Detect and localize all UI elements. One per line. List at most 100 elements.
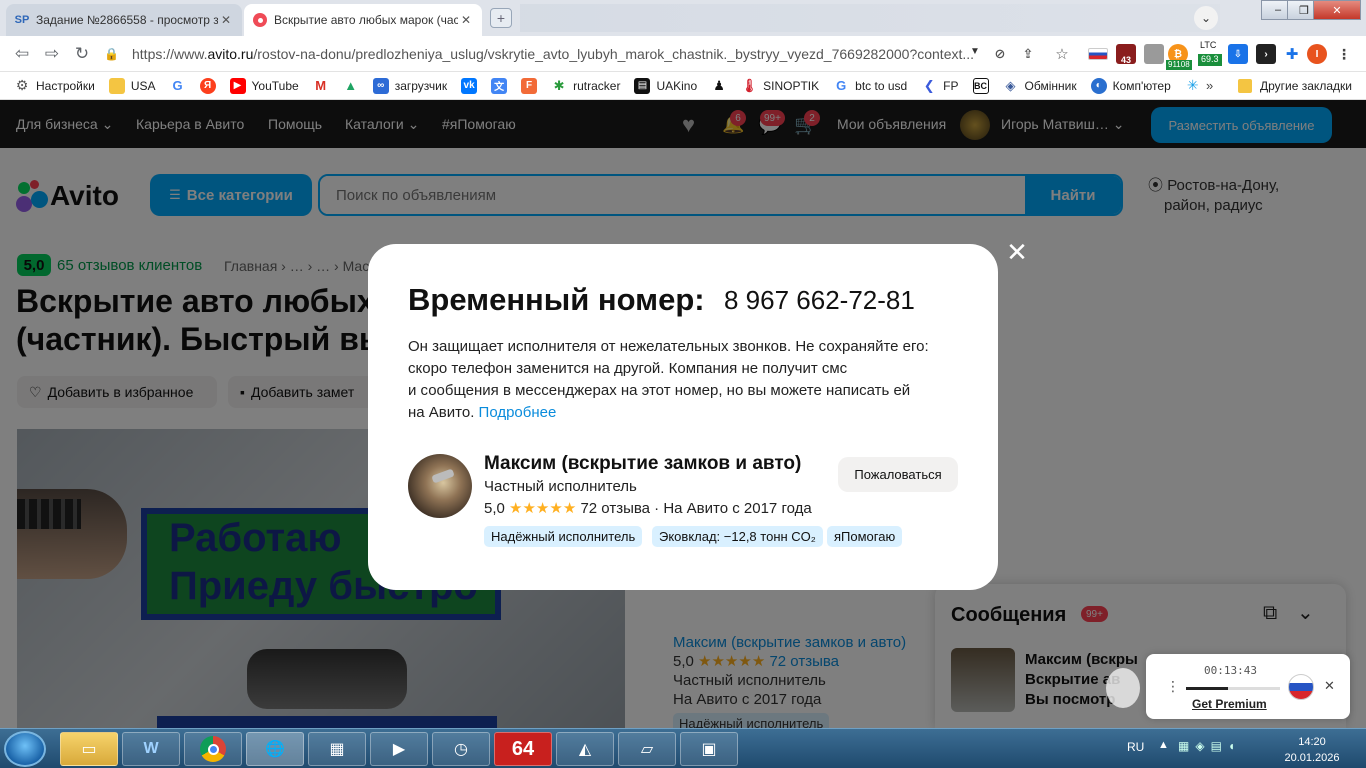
timer-text: 00:13:43	[1204, 664, 1257, 677]
more-info-link[interactable]: Подробнее	[479, 404, 557, 421]
ltc-label: LTC	[1200, 40, 1217, 50]
bookmark-pawn[interactable]: ♟	[711, 78, 733, 94]
forward-icon[interactable]: ⇨	[42, 44, 62, 64]
tray-network-icon[interactable]: ▤	[1211, 739, 1222, 757]
close-widget-icon[interactable]: ✕	[1324, 678, 1335, 694]
widget-menu-icon[interactable]: ⋮	[1166, 678, 1180, 695]
bookmark-bc[interactable]: BC	[972, 77, 995, 94]
browser-tab-bar: SP Задание №2866558 - просмотр з ✕ Вскры…	[0, 0, 1366, 36]
tag-yapomogayu[interactable]: яПомогаю	[827, 526, 903, 547]
gear-icon: ⚙	[15, 77, 29, 93]
bookmark-sinoptik[interactable]: 🌡 SINOPTIK	[741, 78, 819, 94]
system-clock[interactable]: 14:20 20.01.2026	[1280, 734, 1344, 766]
new-tab-button[interactable]: +	[490, 8, 512, 28]
bookmark-computer[interactable]: ◐ Комп'ютер	[1090, 77, 1171, 94]
bc-icon: BC	[972, 77, 989, 94]
tab-task[interactable]: SP Задание №2866558 - просмотр з ✕	[6, 4, 242, 36]
reload-icon[interactable]: ↻	[72, 44, 92, 64]
tag-eco[interactable]: Эковклад: −12,8 тонн CO₂	[652, 526, 823, 547]
avito-record-icon	[252, 12, 268, 28]
fp-icon: ❮	[923, 77, 935, 93]
close-tab-icon[interactable]: ✕	[458, 13, 474, 27]
modal-reviews-link[interactable]: 72 отзыва	[580, 500, 650, 517]
bookmark-f[interactable]: F	[521, 77, 543, 94]
uakino-icon: ▤	[634, 77, 651, 94]
bookmark-star[interactable]: ✳	[1185, 77, 1207, 94]
share-icon[interactable]: ⇪	[1018, 44, 1038, 64]
system-tray: ▦ ◈ ▤ ◖	[1178, 739, 1288, 757]
bookmark-exchange[interactable]: ◈ Обмінник	[1003, 78, 1077, 94]
get-premium-link[interactable]: Get Premium	[1192, 697, 1267, 711]
seller-avatar[interactable]	[408, 454, 472, 518]
bookmark-usa[interactable]: USA	[108, 77, 156, 94]
terminal-ext-icon[interactable]: ›	[1256, 44, 1276, 64]
globe-app-icon[interactable]: 🌐	[246, 732, 304, 766]
vk-icon: vk	[461, 77, 478, 94]
language-indicator[interactable]: RU	[1127, 740, 1144, 754]
shield-ext-icon[interactable]: 43	[1116, 44, 1136, 65]
bookmark-drive[interactable]: ▲	[343, 78, 365, 94]
clock-app-icon[interactable]: ◷	[432, 732, 490, 766]
tab-search-icon[interactable]: ⌄	[1194, 6, 1218, 30]
winaero-icon[interactable]: W	[122, 732, 180, 766]
ltc-price-badge: 69.3	[1198, 54, 1222, 66]
bookmark-yandex[interactable]: Я	[199, 77, 222, 94]
tag-reliable[interactable]: Надёжный исполнитель	[484, 526, 643, 547]
sp-favicon-icon: SP	[14, 14, 30, 26]
app-64-icon[interactable]: 64	[494, 732, 552, 766]
other-bookmarks[interactable]: Другие закладки	[1238, 72, 1352, 100]
start-button[interactable]	[4, 731, 46, 767]
youtube-icon: ▶	[229, 77, 246, 94]
complain-button[interactable]: Пожаловаться	[838, 457, 958, 492]
media-player-icon[interactable]: ▶	[370, 732, 428, 766]
terminal-app-icon[interactable]: ▣	[680, 732, 738, 766]
download-icon[interactable]: ⇩	[1228, 44, 1248, 64]
bookmark-google[interactable]: G	[170, 78, 192, 94]
bookmark-fp[interactable]: ❮ FP	[921, 77, 959, 94]
temporary-number-modal: Временный номер: 8 967 662-72-81 Он защи…	[368, 244, 998, 590]
bookmark-btc-to-usd[interactable]: Gbtc to usd	[833, 78, 907, 94]
tab-avito[interactable]: Вскрытие авто любых марок (час ✕	[244, 4, 482, 36]
ru-flag-icon[interactable]	[1088, 48, 1108, 60]
notepad-app-icon[interactable]: ▱	[618, 732, 676, 766]
loop-icon: ∞	[372, 77, 389, 94]
tray-app-icon[interactable]: ▦	[1178, 739, 1189, 757]
close-tab-icon[interactable]: ✕	[218, 13, 234, 27]
modal-seller-type: Частный исполнитель	[484, 478, 637, 495]
russia-flag-icon[interactable]	[1288, 674, 1314, 700]
bookmark-rutracker[interactable]: ✱ rutracker	[551, 78, 621, 94]
rating-stars: ★★★★★	[509, 500, 577, 517]
bookmark-youtube[interactable]: ▶ YouTube	[229, 77, 299, 94]
modal-seller-name[interactable]: Максим (вскрытие замков и авто)	[484, 453, 801, 475]
tray-expand-icon[interactable]: ▲	[1158, 739, 1169, 751]
ext-gray-icon[interactable]	[1144, 44, 1164, 64]
close-modal-icon[interactable]: ✕	[1004, 239, 1030, 265]
phone-number: 8 967 662-72-81	[724, 285, 915, 315]
blocked-icon[interactable]: ⊘	[990, 44, 1010, 64]
bookmark-uakino[interactable]: ▤ UAKino	[634, 77, 697, 94]
tray-volume-icon[interactable]: ◖	[1228, 739, 1235, 757]
bookmark-settings[interactable]: ⚙ Настройки	[14, 77, 95, 94]
bookmark-vk[interactable]: vk	[461, 77, 483, 94]
ram-app-icon[interactable]: ▦	[308, 732, 366, 766]
url-path: /rostov-na-donu/predlozheniya_uslug/vskr…	[253, 46, 975, 62]
chart-app-icon[interactable]: ◭	[556, 732, 614, 766]
bookmark-star-icon[interactable]: ☆	[1052, 44, 1072, 64]
explorer-icon[interactable]: ▭	[60, 732, 118, 766]
close-window-icon[interactable]: ✕	[1313, 0, 1361, 20]
bookmark-loader[interactable]: ∞ загрузчик	[372, 77, 447, 94]
menu-dots-icon[interactable]: ⋮	[1334, 44, 1354, 64]
bookmarks-more-icon[interactable]: »	[1206, 78, 1213, 93]
tab-title: Задание №2866558 - просмотр з	[36, 13, 218, 27]
chrome-icon[interactable]	[184, 732, 242, 766]
tray-shield-icon[interactable]: ◈	[1195, 739, 1204, 757]
profile-avatar[interactable]: I	[1307, 44, 1327, 64]
url-field[interactable]: 🔒 https://www. avito.ru/rostov-na-donu/pr…	[104, 39, 984, 69]
bookmark-gmail[interactable]: M	[313, 78, 335, 94]
folder-icon	[108, 77, 125, 94]
back-icon[interactable]: ⇦	[12, 44, 32, 64]
url-dropdown-icon[interactable]: ▼	[970, 46, 980, 57]
exchange-icon: ◈	[1005, 77, 1016, 93]
extensions-puzzle-icon[interactable]: ✚	[1282, 44, 1302, 64]
bookmark-translate[interactable]: 文	[491, 77, 513, 94]
